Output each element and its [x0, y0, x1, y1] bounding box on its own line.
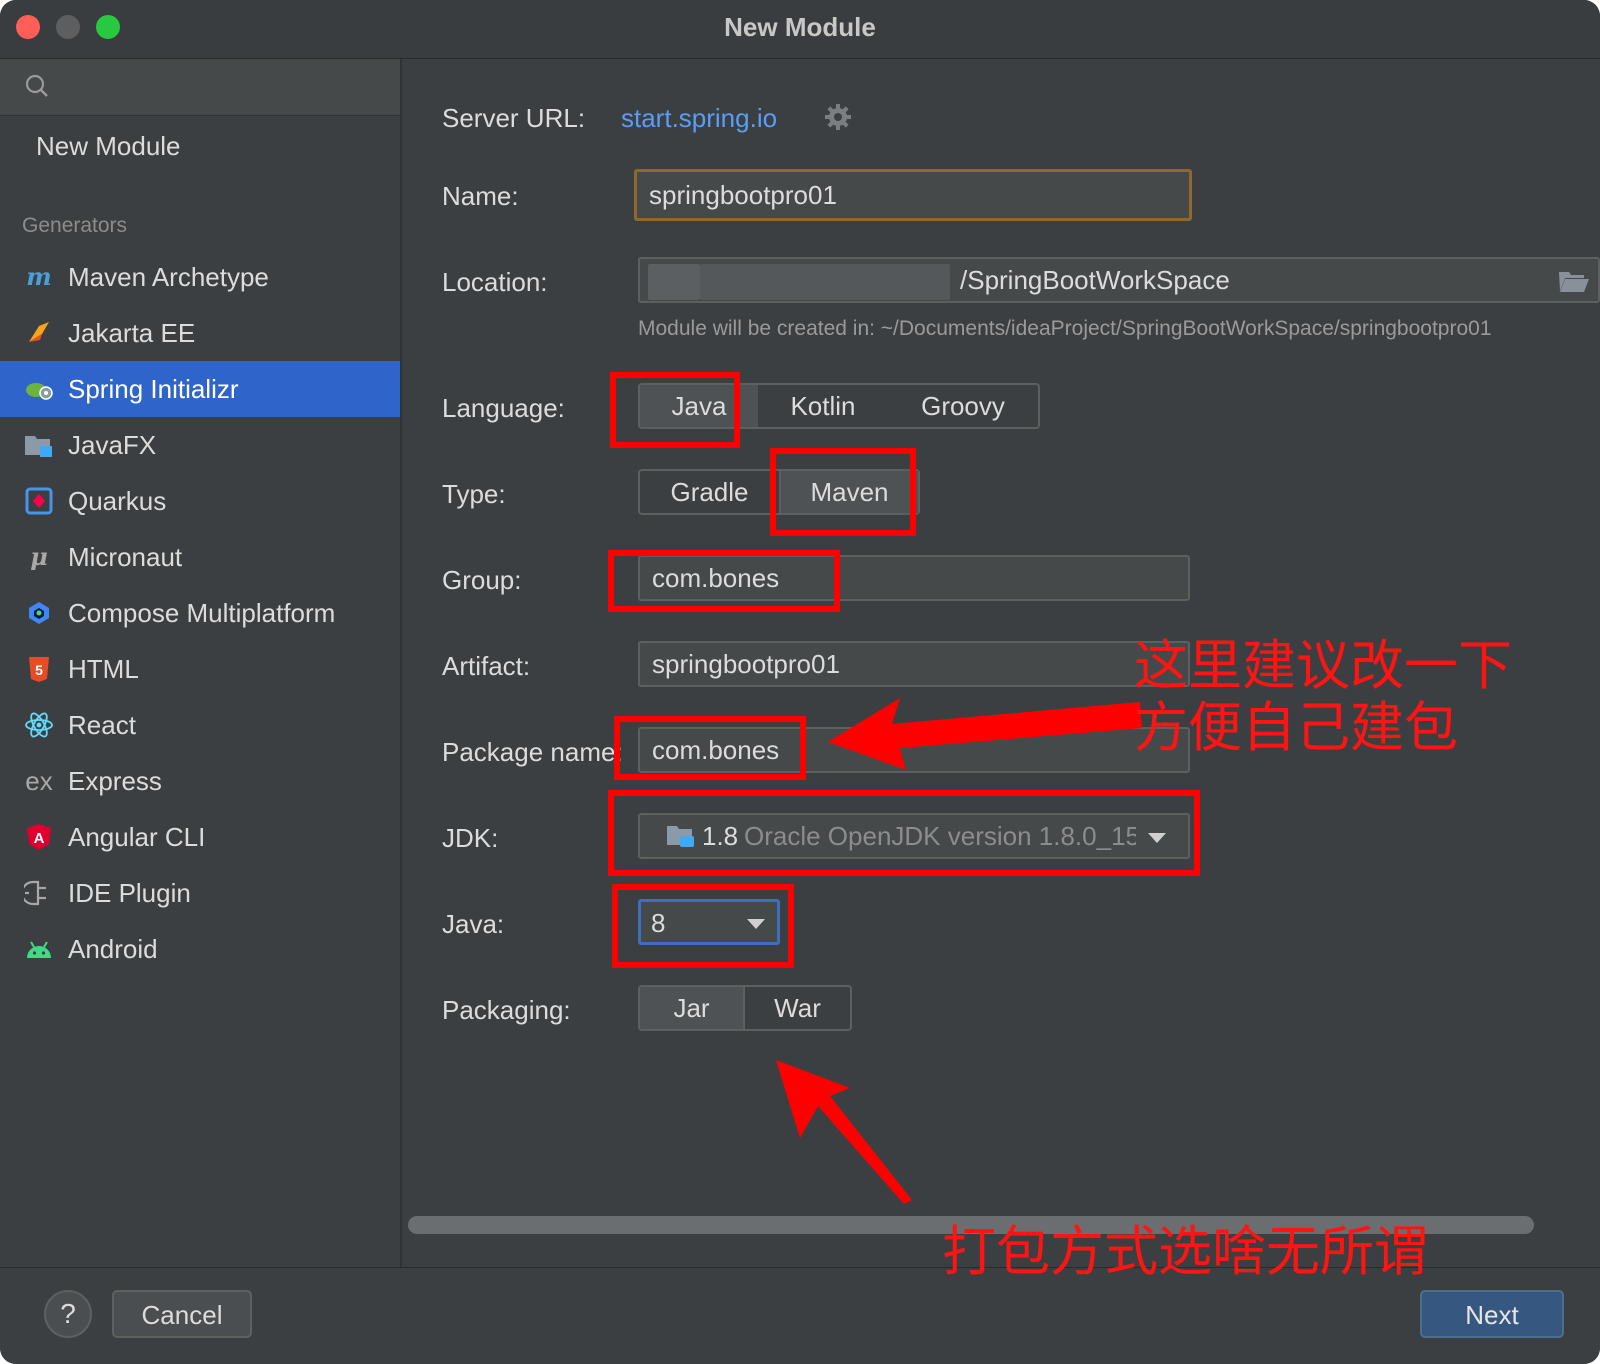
new-module-dialog: New Module New Module Generators m Maven… — [0, 0, 1600, 1364]
arrow-to-packaging — [776, 1060, 912, 1204]
annotation-note-packaging: 打包方式选啥无所谓 — [942, 1220, 1428, 1283]
arrow-to-package-name — [828, 698, 1142, 770]
annotation-note-package-line2: 方便自己建包 — [1134, 696, 1458, 759]
annotation-note-package-line1: 这里建议改一下 — [1134, 634, 1512, 697]
